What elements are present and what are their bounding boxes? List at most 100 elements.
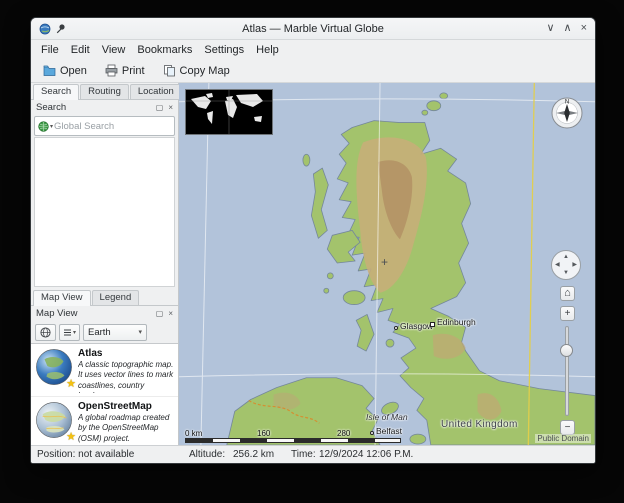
edinburgh-label[interactable]: Edinburgh (437, 317, 476, 327)
close-button[interactable]: × (581, 23, 587, 34)
theme-description: A global roadmap created by the OpenStre… (78, 413, 174, 444)
scale-bar: 0 km 160 280 (185, 429, 401, 443)
search-results-area[interactable] (34, 137, 175, 287)
mapview-dock-header: Map View ▢ × (31, 306, 178, 321)
pan-up-icon[interactable]: ▲ (563, 254, 569, 260)
pan-down-icon[interactable]: ▼ (563, 270, 569, 276)
projection-globe-button[interactable] (35, 324, 56, 341)
zoom-out-button[interactable]: − (560, 420, 575, 435)
theme-name: Atlas (78, 348, 174, 359)
scale-stripes (185, 438, 401, 443)
list-caret-icon: ▾ (73, 329, 76, 336)
favorite-star-icon: ★ (66, 377, 76, 390)
copy-map-label: Copy Map (180, 65, 230, 77)
desktop-background: Atlas — Marble Virtual Globe ∨ ∧ × File … (0, 0, 624, 503)
close-panel-icon[interactable]: × (168, 104, 173, 112)
menu-bookmarks[interactable]: Bookmarks (131, 43, 198, 57)
tab-legend[interactable]: Legend (92, 290, 140, 305)
menu-edit[interactable]: Edit (65, 43, 96, 57)
glasgow-marker[interactable] (394, 326, 398, 330)
window-title: Atlas — Marble Virtual Globe (31, 23, 595, 35)
status-time-value: 12/9/2024 12:06 P.M. (319, 449, 413, 460)
menubar: File Edit View Bookmarks Settings Help (31, 40, 595, 59)
status-altitude-value: 256.2 km (233, 449, 274, 460)
globe-projection-icon (40, 327, 51, 338)
pan-control[interactable]: ▲ ▼ ◀ ▶ (551, 250, 581, 280)
open-label: Open (60, 65, 87, 77)
pin-icon[interactable] (55, 23, 66, 34)
open-button[interactable]: Open (37, 61, 93, 80)
zoom-in-button[interactable]: + (560, 306, 575, 321)
minimize-button[interactable]: ∨ (546, 23, 554, 34)
combo-caret-icon: ▾ (138, 328, 142, 336)
status-altitude-label: Altitude: (189, 449, 225, 460)
map-viewport[interactable]: N ▲ ▼ ◀ ▶ ⌂ + − + Glasgow (179, 83, 595, 445)
scale-zero-label: 0 km (185, 429, 202, 438)
sidebar-top-tabs: Search Routing Location (31, 83, 178, 100)
zoom-slider-handle[interactable] (560, 344, 573, 357)
map-list-button[interactable]: ▾ (59, 324, 80, 341)
tab-routing[interactable]: Routing (80, 84, 129, 99)
search-input[interactable] (54, 121, 171, 132)
isle-of-man-label[interactable]: Isle of Man (366, 412, 408, 422)
status-time-label: Time: (291, 449, 316, 460)
search-panel-title: Search (36, 102, 151, 113)
favorite-star-icon: ★ (66, 430, 76, 443)
menu-help[interactable]: Help (250, 43, 285, 57)
map-center-crosshair: + (378, 256, 391, 269)
float-panel-icon[interactable]: ▢ (156, 104, 164, 112)
tab-map-view[interactable]: Map View (33, 290, 91, 306)
mapview-panel-title: Map View (36, 308, 151, 319)
openstreetmap-thumbnail: ★ (35, 401, 73, 439)
zoom-slider-track[interactable] (565, 326, 569, 416)
search-provider-globe-icon[interactable] (38, 121, 49, 132)
license-label: Public Domain (535, 434, 591, 443)
theme-item-openstreetmap[interactable]: ★ OpenStreetMap A global roadmap created… (31, 397, 178, 445)
theme-description: A classic topographic map. It uses vecto… (78, 360, 174, 393)
compass-rose[interactable]: N (551, 97, 583, 129)
atlas-thumbnail: ★ (35, 348, 73, 386)
list-icon (63, 328, 72, 337)
toolbar: Open Print Copy Map (31, 59, 595, 83)
edinburgh-marker[interactable] (430, 322, 435, 327)
statusbar: Position: not available Altitude: 256.2 … (31, 445, 595, 463)
marble-window: Atlas — Marble Virtual Globe ∨ ∧ × File … (30, 17, 596, 464)
pan-right-icon[interactable]: ▶ (572, 262, 577, 268)
overview-map[interactable] (185, 89, 273, 135)
mapview-controls: ▾ Earth ▾ (31, 321, 178, 343)
float-panel-icon[interactable]: ▢ (156, 310, 164, 318)
print-icon (105, 64, 118, 77)
titlebar[interactable]: Atlas — Marble Virtual Globe ∨ ∧ × (31, 18, 595, 40)
copy-map-button[interactable]: Copy Map (157, 61, 236, 80)
pan-left-icon[interactable]: ◀ (555, 262, 560, 268)
open-folder-icon (43, 64, 56, 77)
glasgow-label[interactable]: Glasgow (400, 321, 433, 331)
sidebar: Search Routing Location Search ▢ × ▾ (31, 83, 179, 445)
print-button[interactable]: Print (99, 61, 151, 80)
compass-north-label: N (565, 100, 569, 106)
home-button[interactable]: ⌂ (560, 286, 575, 301)
maximize-button[interactable]: ∧ (564, 23, 572, 34)
search-field-row: ▾ (34, 116, 175, 136)
theme-name: OpenStreetMap (78, 401, 174, 412)
scale-mid-label: 160 (257, 429, 270, 438)
print-label: Print (122, 65, 145, 77)
celestial-body-value: Earth (88, 327, 111, 338)
theme-item-atlas[interactable]: ★ Atlas A classic topographic map. It us… (31, 344, 178, 397)
menu-view[interactable]: View (96, 43, 132, 57)
scale-end-label: 280 (337, 429, 350, 438)
tab-search[interactable]: Search (33, 84, 79, 100)
search-dock-header: Search ▢ × (31, 100, 178, 115)
search-provider-caret-icon[interactable]: ▾ (50, 123, 53, 130)
status-position: Position: not available (37, 449, 134, 460)
celestial-body-select[interactable]: Earth ▾ (83, 324, 147, 341)
map-theme-list: ★ Atlas A classic topographic map. It us… (31, 343, 178, 445)
united-kingdom-label[interactable]: United Kingdom (441, 419, 518, 430)
sidebar-bottom-tabs: Map View Legend (31, 289, 178, 306)
menu-file[interactable]: File (35, 43, 65, 57)
copy-icon (163, 64, 176, 77)
menu-settings[interactable]: Settings (198, 43, 250, 57)
close-panel-icon[interactable]: × (168, 310, 173, 318)
app-globe-icon (39, 23, 51, 35)
tab-location[interactable]: Location (130, 84, 182, 99)
